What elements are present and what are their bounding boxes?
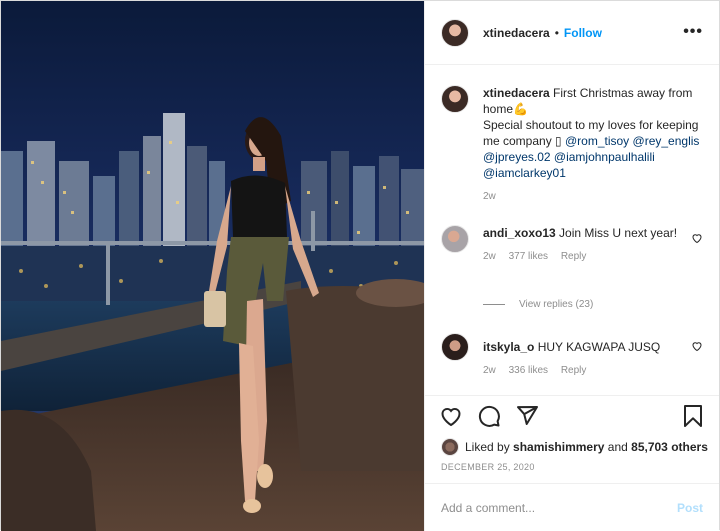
mention[interactable]: @rey_englis (633, 134, 700, 148)
view-replies[interactable]: View replies (23) (483, 299, 593, 310)
replies-divider (483, 304, 505, 305)
mention[interactable]: @jpreyes.02 (483, 150, 551, 164)
share-icon[interactable] (515, 404, 539, 428)
caption-text: xtinedacera First Christmas away from ho… (483, 86, 700, 180)
comment-item: itskyla_o HUY KAGWAPA JUSQ 2w 336 likes … (441, 333, 703, 376)
muscle-emoji: 💪 (513, 102, 528, 116)
comment-age: 2w (483, 251, 496, 262)
comment-likes[interactable]: 336 likes (509, 365, 548, 376)
post-photo[interactable] (1, 1, 424, 531)
post-date: DECEMBER 25, 2020 (441, 462, 535, 472)
post-actions: Liked by shamishimmery and 85,703 others… (425, 395, 719, 491)
reply-button[interactable]: Reply (561, 365, 587, 376)
caption-avatar[interactable] (441, 85, 469, 113)
likes-summary: Liked by shamishimmery and 85,703 others (441, 438, 708, 456)
photo-city-night (1, 1, 424, 531)
comments-list: xtinedacera First Christmas away from ho… (425, 65, 719, 395)
action-icons (439, 404, 539, 428)
comment-input[interactable] (441, 500, 677, 515)
comment-meta: 2w 336 likes Reply (483, 365, 703, 376)
author-username[interactable]: xtinedacera (483, 26, 550, 40)
commenter-avatar[interactable] (441, 333, 469, 361)
post-side-panel: xtinedacera • Follow ••• xtinedacera Fir… (424, 1, 719, 531)
likes-prefix: Liked by (465, 440, 510, 454)
mention[interactable]: @iamclarkey01 (483, 166, 566, 180)
mention[interactable]: @iamjohnpaulhalili (554, 150, 655, 164)
instagram-post: xtinedacera • Follow ••• xtinedacera Fir… (0, 0, 720, 531)
comment-body: HUY KAGWAPA JUSQ (537, 340, 661, 354)
liker-username[interactable]: shamishimmery (513, 440, 604, 454)
caption: xtinedacera First Christmas away from ho… (441, 85, 703, 202)
caption-meta: 2w (483, 191, 703, 202)
bookmark-icon[interactable] (681, 404, 705, 428)
mention[interactable]: @rom_tisoy (565, 134, 629, 148)
reply-button[interactable]: Reply (561, 251, 587, 262)
more-icon[interactable]: ••• (683, 23, 703, 41)
commenter-username[interactable]: andi_xoxo13 (483, 226, 556, 240)
comment-item: andi_xoxo13 Join Miss U next year! 2w 37… (441, 225, 703, 262)
add-comment-bar: Post (425, 483, 719, 531)
like-comment-icon[interactable] (691, 232, 703, 244)
caption-author[interactable]: xtinedacera (483, 86, 550, 100)
comment-text: andi_xoxo13 Join Miss U next year! (483, 225, 703, 241)
post-header: xtinedacera • Follow ••• (425, 1, 719, 65)
post-comment-button[interactable]: Post (677, 501, 703, 515)
liker-avatar[interactable] (441, 438, 459, 456)
comment-age: 2w (483, 365, 496, 376)
commenter-avatar[interactable] (441, 225, 469, 253)
view-replies-label[interactable]: View replies (23) (519, 299, 593, 310)
comment-body: Join Miss U next year! (559, 226, 678, 240)
follow-button[interactable]: Follow (564, 26, 602, 40)
comment-likes[interactable]: 377 likes (509, 251, 548, 262)
comment-icon[interactable] (477, 404, 501, 428)
author-avatar[interactable] (441, 18, 469, 47)
comment-meta: 2w 377 likes Reply (483, 251, 703, 262)
commenter-username[interactable]: itskyla_o (483, 340, 534, 354)
like-comment-icon[interactable] (691, 340, 703, 352)
heart-icon[interactable] (439, 404, 463, 428)
likes-middle: and (607, 440, 628, 454)
comment-text: itskyla_o HUY KAGWAPA JUSQ (483, 333, 703, 355)
caption-age: 2w (483, 191, 496, 202)
separator-dot: • (554, 25, 559, 40)
likes-count[interactable]: 85,703 others (631, 440, 708, 454)
